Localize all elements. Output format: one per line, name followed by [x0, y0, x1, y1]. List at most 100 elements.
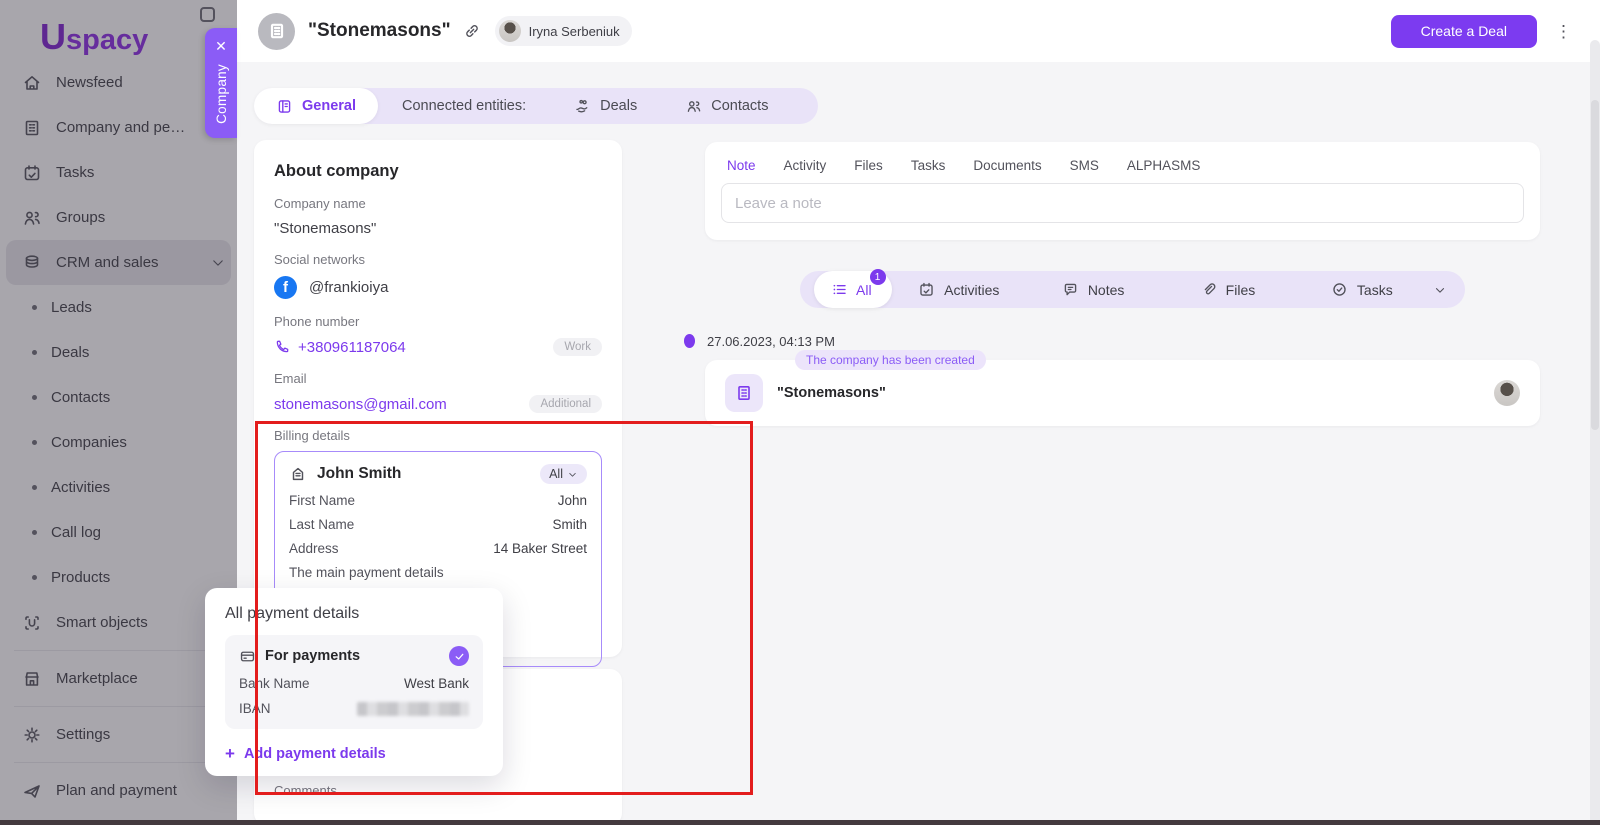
gear-icon: [22, 725, 42, 745]
tab-label: General: [302, 98, 356, 114]
filter-tasks[interactable]: Tasks: [1295, 281, 1429, 298]
sidebar-item-products[interactable]: Products: [0, 555, 237, 600]
create-deal-button[interactable]: Create a Deal: [1391, 15, 1537, 48]
sidebar-item-smart-objects[interactable]: Smart objects: [0, 600, 237, 645]
composer-tab-files[interactable]: Files: [854, 158, 883, 173]
owner-name: Iryna Serbeniuk: [529, 24, 620, 39]
building-icon: [734, 383, 754, 403]
sidebar-item-newsfeed[interactable]: Newsfeed: [0, 60, 237, 105]
sidebar-item-leads[interactable]: Leads: [0, 285, 237, 330]
note-bubble-icon: [1062, 281, 1079, 298]
filter-notes[interactable]: Notes: [1026, 281, 1160, 298]
sidebar-item-label: Deals: [51, 344, 89, 361]
tab-deals[interactable]: Deals: [550, 98, 661, 115]
window-bottom-edge: [0, 820, 1600, 825]
sidebar-item-crm-and-sales[interactable]: CRM and sales: [6, 240, 231, 285]
payment-card-title: For payments: [265, 648, 360, 664]
email-link[interactable]: stonemasons@gmail.com: [274, 396, 447, 413]
billing-doc-icon: [289, 465, 307, 483]
bullet-icon: [32, 305, 37, 310]
email-label: Email: [274, 371, 602, 386]
sidebar-item-companies[interactable]: Companies: [0, 420, 237, 465]
facebook-icon[interactable]: f: [274, 276, 297, 299]
logo-text: spacy: [66, 24, 148, 57]
payment-card[interactable]: For payments Bank Name West Bank IBAN: [225, 635, 483, 729]
more-menu-icon[interactable]: ⋮: [1555, 23, 1572, 40]
filter-label: Tasks: [1357, 282, 1393, 298]
list-icon: [831, 281, 848, 298]
bullet-icon: [32, 575, 37, 580]
phone-link[interactable]: +380961187064: [274, 339, 406, 356]
composer-tab-alphasms[interactable]: ALPHASMS: [1127, 158, 1201, 173]
note-input[interactable]: [721, 183, 1524, 223]
composer-tab-documents[interactable]: Documents: [973, 158, 1041, 173]
sidebar-item-plan-and-payment[interactable]: Plan and payment: [0, 768, 237, 813]
sidebar-item-call-log[interactable]: Call log: [0, 510, 237, 555]
sidebar-item-activities[interactable]: Activities: [0, 465, 237, 510]
all-payment-details-popup: All payment details For payments Bank Na…: [205, 588, 503, 776]
timeline-dot: [684, 334, 695, 348]
phone-row: +380961187064 Work: [274, 338, 602, 356]
sidebar-item-groups[interactable]: Groups: [0, 195, 237, 240]
composer-tab-tasks[interactable]: Tasks: [911, 158, 946, 173]
entity-header: "Stonemasons" Iryna Serbeniuk Create a D…: [237, 0, 1600, 62]
sidebar-item-settings[interactable]: Settings: [0, 712, 237, 757]
payment-row: Bank Name West Bank: [239, 676, 469, 691]
copy-link-icon[interactable]: [463, 22, 481, 40]
billing-row-value: Smith: [552, 517, 587, 532]
sidebar-divider: [14, 762, 223, 763]
timeline-entry-card[interactable]: The company has been created "Stonemason…: [705, 360, 1540, 426]
billing-row: First Name John: [289, 493, 587, 508]
filter-label: Activities: [944, 282, 999, 298]
billing-row-value: John: [558, 493, 587, 508]
sidebar-item-tasks[interactable]: Tasks: [0, 150, 237, 195]
paper-plane-icon: [22, 781, 42, 801]
timeline-filterbar: All 1 Activities Notes Files Tasks: [800, 271, 1465, 308]
building-icon: [267, 21, 287, 41]
billing-filter-value: All: [549, 467, 563, 481]
owner-chip[interactable]: Iryna Serbeniuk: [495, 16, 632, 46]
add-payment-details-button[interactable]: + Add payment details: [225, 744, 483, 764]
building-icon: [22, 118, 42, 138]
phone-icon: [274, 339, 290, 355]
social-row: f @frankioiya: [274, 276, 602, 299]
sidebar-item-label: Contacts: [51, 389, 110, 406]
credit-card-icon: [239, 648, 256, 665]
deals-icon: [574, 98, 591, 115]
payment-row-value: West Bank: [404, 676, 469, 691]
social-handle[interactable]: @frankioiya: [309, 279, 388, 296]
bullet-icon: [32, 485, 37, 490]
composer-tab-sms[interactable]: SMS: [1070, 158, 1099, 173]
sidebar-item-label: Settings: [56, 726, 197, 743]
filter-all[interactable]: All 1: [814, 271, 892, 308]
filterbar-chevron-down-icon[interactable]: [1433, 283, 1447, 297]
sidebar: U spacy Newsfeed Company and pe… Tasks G…: [0, 0, 237, 825]
tab-contacts[interactable]: Contacts: [661, 98, 792, 115]
tab-general[interactable]: General: [254, 88, 378, 124]
billing-row: Address 14 Baker Street: [289, 541, 587, 556]
sidebar-item-label: Smart objects: [56, 614, 197, 631]
company-avatar: [258, 13, 295, 50]
social-label: Social networks: [274, 252, 602, 267]
logo-letter: U: [40, 16, 64, 58]
sidebar-item-company-and-people[interactable]: Company and pe…: [0, 105, 237, 150]
close-icon[interactable]: ✕: [215, 36, 227, 56]
scrollbar-track[interactable]: [1590, 40, 1600, 825]
bullet-icon: [32, 530, 37, 535]
company-panel-tab[interactable]: ✕ Company: [205, 28, 237, 138]
home-icon: [22, 73, 42, 93]
composer-tab-note[interactable]: Note: [727, 158, 756, 173]
filter-activities[interactable]: Activities: [892, 281, 1026, 298]
add-payment-label: Add payment details: [244, 746, 386, 762]
sidebar-item-contacts[interactable]: Contacts: [0, 375, 237, 420]
billing-filter-dropdown[interactable]: All: [540, 464, 587, 484]
filter-all-count-badge: 1: [870, 269, 886, 285]
sidebar-collapse-icon[interactable]: [200, 7, 215, 22]
sidebar-item-marketplace[interactable]: Marketplace: [0, 656, 237, 701]
sidebar-item-deals[interactable]: Deals: [0, 330, 237, 375]
note-composer-card: Note Activity Files Tasks Documents SMS …: [705, 142, 1540, 240]
composer-tab-activity[interactable]: Activity: [784, 158, 827, 173]
sidebar-divider: [14, 650, 223, 651]
scrollbar-thumb[interactable]: [1591, 100, 1599, 430]
filter-files[interactable]: Files: [1160, 281, 1294, 298]
